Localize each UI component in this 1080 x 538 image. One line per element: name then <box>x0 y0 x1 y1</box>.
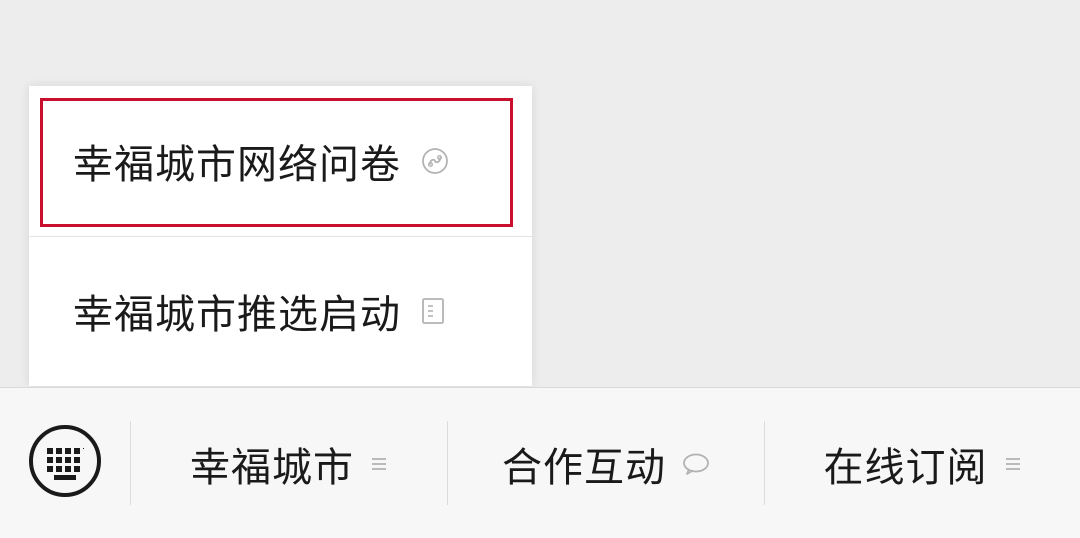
tab-label: 合作互动 <box>502 444 666 491</box>
article-icon <box>421 297 445 325</box>
tab-happy-city[interactable]: 幸福城市 <box>131 388 447 538</box>
tab-subscribe[interactable]: 在线订阅 <box>765 388 1080 538</box>
keyboard-icon <box>28 424 102 502</box>
wechat-official-account-menu: 幸福城市网络问卷 幸福城市推选启动 幸福城市 合作互动 在线订阅 <box>0 0 1080 538</box>
chat-bubble-icon <box>682 452 710 476</box>
submenu-popup: 幸福城市网络问卷 幸福城市推选启动 <box>29 86 532 386</box>
highlight-box <box>40 98 513 227</box>
tab-label: 在线订阅 <box>823 444 988 491</box>
tab-label: 幸福城市 <box>190 444 354 491</box>
keyboard-toggle-button[interactable] <box>28 424 102 502</box>
submenu-lines-icon <box>370 454 388 474</box>
bottom-menu-bar: 幸福城市 合作互动 在线订阅 <box>0 387 1080 538</box>
submenu-item-label: 幸福城市推选启动 <box>73 292 401 338</box>
submenu-item-launch[interactable]: 幸福城市推选启动 <box>29 236 532 386</box>
tab-cooperation[interactable]: 合作互动 <box>448 388 764 538</box>
submenu-lines-icon <box>1004 454 1022 474</box>
